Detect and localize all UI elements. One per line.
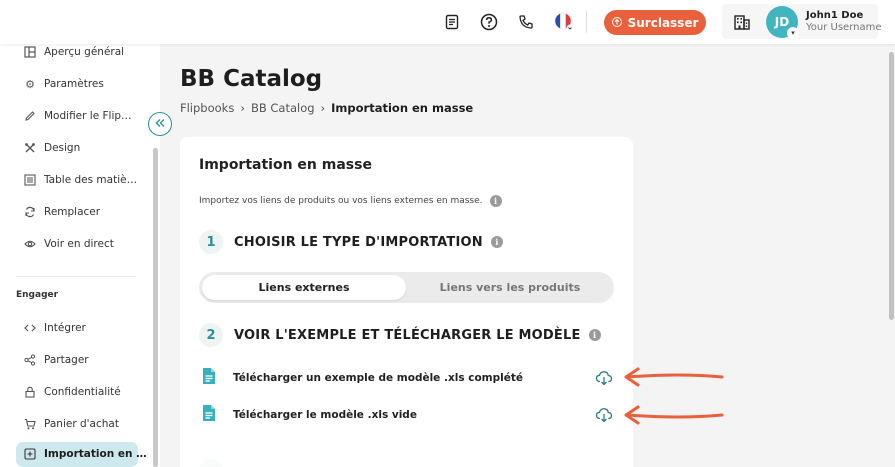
- bulk-import-card: Importation en masse Importez vos liens …: [180, 137, 633, 467]
- sidebar-item-label: Design: [44, 142, 81, 154]
- breadcrumb: Flipbooks › BB Catalog › Importation en …: [180, 101, 473, 115]
- sidebar-item-label: Modifier le Flip…: [44, 110, 132, 122]
- card-description: Importez vos liens de produits ou vos li…: [199, 195, 502, 207]
- sidebar-item-label: Table des matiè…: [44, 174, 138, 186]
- cart-icon: [24, 418, 36, 430]
- page-title: BB Catalog: [180, 66, 323, 92]
- download-example-row: Télécharger un exemple de modèle .xls co…: [202, 367, 523, 389]
- design-tools-icon: [24, 142, 36, 154]
- sidebar-scrollbar[interactable]: [153, 148, 158, 467]
- file-document-icon: [202, 404, 216, 426]
- avatar-initials: JD: [774, 15, 790, 29]
- info-icon[interactable]: i: [588, 329, 601, 341]
- sidebar-item-label: Partager: [44, 354, 89, 366]
- info-icon[interactable]: i: [490, 236, 503, 248]
- chevrons-left-icon: [154, 117, 166, 132]
- overview-icon: [24, 46, 36, 58]
- sidebar-item-design[interactable]: Design: [24, 138, 80, 158]
- sidebar-item-label: Intégrer: [44, 322, 86, 334]
- pencil-icon: [24, 110, 36, 122]
- info-icon[interactable]: i: [489, 195, 502, 207]
- code-icon: [24, 322, 36, 334]
- sidebar-section-engage: Engager: [16, 290, 59, 300]
- chevron-right-icon: ›: [240, 101, 245, 115]
- sidebar-item-cart[interactable]: Panier d'achat: [24, 414, 119, 434]
- step-number: 1: [199, 230, 223, 254]
- download-example-label[interactable]: Télécharger un exemple de modèle .xls co…: [233, 372, 523, 384]
- sidebar-item-label: Confidentialité: [44, 386, 121, 398]
- user-username: Your Username: [806, 22, 882, 33]
- sidebar-item-label: Paramètres: [44, 78, 104, 90]
- table-of-contents-icon: [24, 174, 36, 186]
- phone-icon[interactable]: [516, 12, 536, 32]
- document-icon[interactable]: [442, 12, 462, 32]
- sidebar-item-share[interactable]: Partager: [24, 350, 89, 370]
- toggle-external-links[interactable]: Liens externes: [202, 275, 406, 300]
- breadcrumb-current: Importation en masse: [331, 101, 474, 115]
- cloud-download-icon[interactable]: [595, 406, 613, 424]
- file-document-icon: [202, 367, 216, 389]
- description-text: Importez vos liens de produits ou vos li…: [199, 196, 483, 206]
- import-icon: [24, 448, 36, 460]
- page-scrollbar[interactable]: [889, 52, 894, 320]
- sidebar-item-embed[interactable]: Intégrer: [24, 318, 86, 338]
- eye-icon: [24, 238, 36, 250]
- sidebar-item-view-live[interactable]: Voir en direct: [24, 234, 114, 254]
- top-bar: Surclasser JD ▾ John1 Doe Your Username: [0, 0, 895, 44]
- sidebar-item-edit-flipbook[interactable]: Modifier le Flip…: [24, 106, 132, 126]
- import-type-toggle: Liens externes Liens vers les produits: [199, 272, 614, 303]
- upgrade-button[interactable]: Surclasser: [604, 10, 706, 35]
- step-3-header: [199, 459, 223, 467]
- sidebar-divider: [16, 276, 136, 277]
- upgrade-label: Surclasser: [627, 15, 699, 30]
- step-number: 2: [199, 323, 223, 347]
- sidebar-item-label: Voir en direct: [44, 238, 114, 250]
- sidebar-item-table-of-contents[interactable]: Table des matiè…: [24, 170, 137, 190]
- sidebar-item-privacy[interactable]: Confidentialité: [24, 382, 121, 402]
- sidebar-item-label: Remplacer: [44, 206, 101, 218]
- topbar-divider: [586, 11, 587, 33]
- sidebar-item-bulk-import[interactable]: Importation en …: [24, 444, 147, 464]
- step-label: VOIR L'EXEMPLE ET TÉLÉCHARGER LE MODÈLE: [234, 327, 581, 343]
- sidebar-item-label: Aperçu général: [44, 46, 125, 58]
- lock-icon: [24, 386, 36, 398]
- user-name: John1 Doe: [806, 10, 864, 21]
- annotation-arrow: [624, 367, 724, 387]
- gear-icon: ⚙: [25, 77, 35, 91]
- sidebar-item-label: Panier d'achat: [44, 418, 119, 430]
- help-icon[interactable]: [479, 12, 499, 32]
- france-flag-icon[interactable]: [554, 12, 574, 32]
- step-2-header: 2 VOIR L'EXEMPLE ET TÉLÉCHARGER LE MODÈL…: [199, 323, 601, 347]
- step-number: [199, 459, 223, 467]
- toggle-product-links[interactable]: Liens vers les produits: [409, 275, 611, 300]
- chevron-right-icon: ›: [320, 101, 326, 115]
- upgrade-arrow-icon: [611, 16, 622, 30]
- card-title: Importation en masse: [199, 157, 372, 173]
- annotation-arrow: [624, 405, 724, 425]
- sidebar-item-replace[interactable]: Remplacer: [24, 202, 100, 222]
- download-template-label[interactable]: Télécharger le modèle .xls vide: [233, 409, 417, 421]
- sidebar: Aperçu général ⚙ Paramètres Modifier le …: [0, 44, 160, 467]
- step-1-header: 1 CHOISIR LE TYPE D'IMPORTATION i: [199, 230, 503, 254]
- share-icon: [24, 354, 36, 366]
- sidebar-item-overview[interactable]: Aperçu général: [24, 42, 124, 62]
- breadcrumb-item[interactable]: Flipbooks: [180, 101, 234, 115]
- sidebar-item-label: Importation en …: [44, 448, 147, 460]
- breadcrumb-item[interactable]: BB Catalog: [251, 101, 315, 115]
- chevron-down-icon[interactable]: ▾: [787, 27, 799, 39]
- building-icon[interactable]: [732, 12, 752, 32]
- download-template-row: Télécharger le modèle .xls vide: [202, 404, 417, 426]
- sidebar-item-settings[interactable]: ⚙ Paramètres: [24, 74, 104, 94]
- replace-icon: [24, 206, 36, 218]
- step-label: CHOISIR LE TYPE D'IMPORTATION: [234, 234, 483, 250]
- collapse-sidebar-button[interactable]: [148, 112, 172, 136]
- cloud-download-icon[interactable]: [595, 369, 613, 387]
